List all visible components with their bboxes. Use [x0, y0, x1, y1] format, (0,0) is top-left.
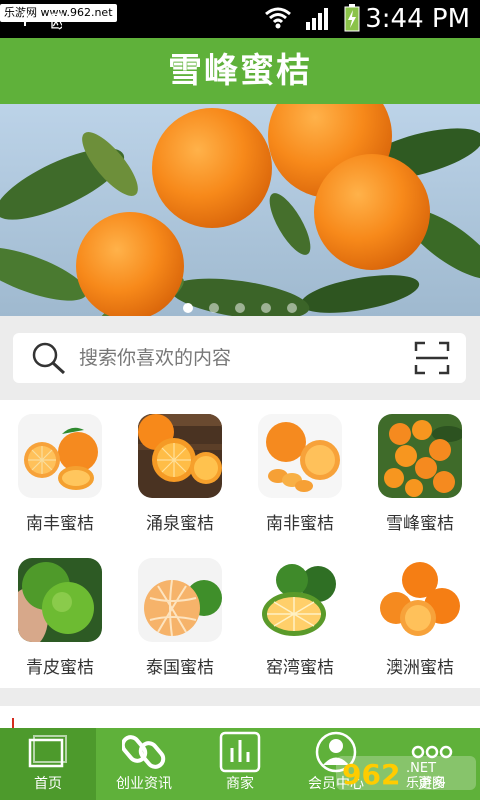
- category-image: [18, 414, 102, 498]
- watermark-logo: 962 .NET 乐游网: [336, 752, 476, 796]
- tab-label: 创业资讯: [116, 776, 172, 792]
- category-aozhou[interactable]: 澳洲蜜桔: [360, 544, 480, 688]
- search-bar[interactable]: 搜索你喜欢的内容: [13, 333, 466, 383]
- section-divider: [0, 688, 480, 706]
- carousel-dots: [0, 298, 480, 316]
- battery-charging-icon: [344, 4, 360, 36]
- bottom-tab-bar: 首页 创业资讯 商家 会员中心 更多 962.NET乐游网: [0, 728, 480, 800]
- page-title: 雪峰蜜桔: [168, 51, 312, 91]
- home-icon: [26, 730, 70, 774]
- svg-text:.NET: .NET: [406, 761, 436, 776]
- category-label: 青皮蜜桔: [26, 658, 94, 678]
- content-section: [0, 706, 480, 728]
- category-label: 泰国蜜桔: [146, 658, 214, 678]
- category-label: 南丰蜜桔: [26, 514, 94, 534]
- category-label: 澳洲蜜桔: [386, 658, 454, 678]
- link-icon: [120, 730, 166, 774]
- category-label: 涌泉蜜桔: [146, 514, 214, 534]
- svg-text:殴: 殴: [50, 12, 62, 33]
- tab-label: 首页: [34, 776, 62, 792]
- section-marker: [12, 718, 14, 728]
- tab-news[interactable]: 创业资讯: [96, 728, 192, 800]
- app-header: 雪峰蜜桔: [0, 38, 480, 104]
- carousel-dot[interactable]: [287, 303, 297, 313]
- category-grid: 南丰蜜桔 涌泉蜜桔 南非蜜桔 雪峰蜜桔 青皮蜜桔 泰国蜜桔 窑湾蜜桔 澳洲蜜桔: [0, 400, 480, 688]
- search-section: 搜索你喜欢的内容: [0, 316, 480, 400]
- status-icons: [256, 4, 360, 34]
- category-label: 南非蜜桔: [266, 514, 334, 534]
- category-yaowan[interactable]: 窑湾蜜桔: [240, 544, 360, 688]
- category-image: [378, 414, 462, 498]
- category-xuefeng[interactable]: 雪峰蜜桔: [360, 400, 480, 544]
- clock: 3:44 PM: [365, 4, 470, 34]
- category-image: [18, 558, 102, 642]
- usb-icon: 殴: [21, 10, 68, 38]
- category-taiguo[interactable]: 泰国蜜桔: [120, 544, 240, 688]
- carousel-dot[interactable]: [209, 303, 219, 313]
- category-image: [138, 558, 222, 642]
- search-input[interactable]: 搜索你喜欢的内容: [79, 333, 231, 383]
- carousel-dot[interactable]: [235, 303, 245, 313]
- category-qingpi[interactable]: 青皮蜜桔: [0, 544, 120, 688]
- chart-icon: [218, 730, 262, 774]
- category-image: [378, 558, 462, 642]
- tab-label: 商家: [226, 776, 254, 792]
- category-image: [258, 558, 342, 642]
- category-label: 窑湾蜜桔: [266, 658, 334, 678]
- svg-text:962: 962: [342, 758, 400, 791]
- category-yongquan[interactable]: 涌泉蜜桔: [120, 400, 240, 544]
- svg-text:乐游网: 乐游网: [406, 776, 445, 791]
- category-label: 雪峰蜜桔: [386, 514, 454, 534]
- banner-carousel[interactable]: [0, 104, 480, 316]
- wifi-icon: [264, 6, 292, 34]
- tab-merchants[interactable]: 商家: [192, 728, 288, 800]
- category-nanfei[interactable]: 南非蜜桔: [240, 400, 360, 544]
- category-image: [138, 414, 222, 498]
- search-icon: [31, 341, 67, 379]
- category-nanfeng[interactable]: 南丰蜜桔: [0, 400, 120, 544]
- signal-icon: [305, 6, 331, 34]
- tab-home[interactable]: 首页: [0, 728, 96, 800]
- banner-image: [0, 104, 480, 316]
- carousel-dot[interactable]: [183, 303, 193, 313]
- carousel-dot[interactable]: [261, 303, 271, 313]
- category-image: [258, 414, 342, 498]
- status-bar: 乐游网 www.962.net 殴 3:44 PM: [0, 0, 480, 38]
- scan-icon[interactable]: [414, 341, 450, 379]
